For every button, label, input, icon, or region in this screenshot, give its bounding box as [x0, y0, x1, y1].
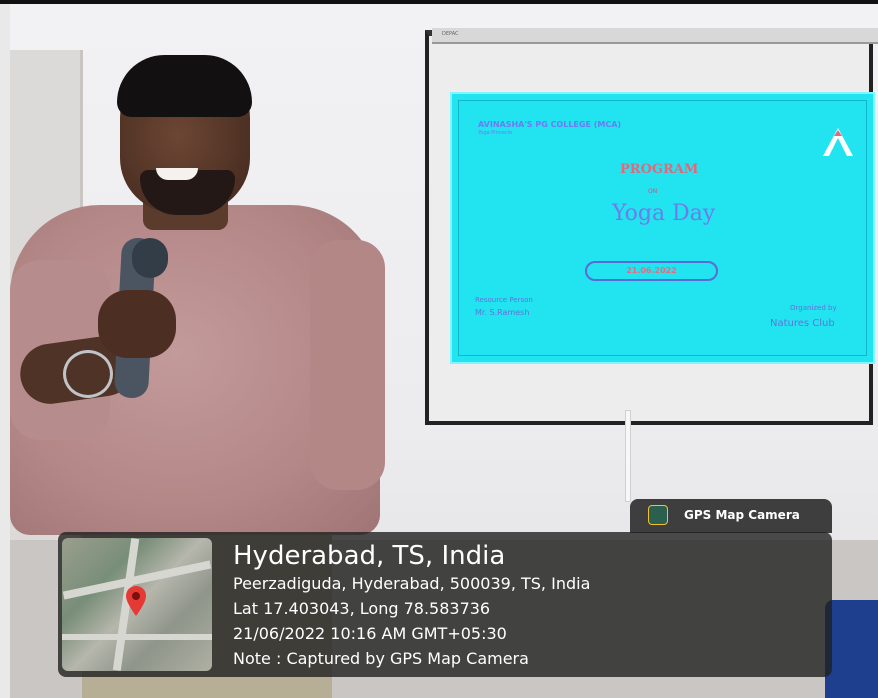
map-road	[62, 634, 212, 640]
speaker-smile	[156, 168, 198, 180]
slide-organized-name: Natures Club	[770, 318, 835, 329]
slide-on-text: ON	[648, 188, 658, 195]
chair	[825, 600, 878, 698]
screen-brand: DEPAC	[442, 31, 459, 37]
map-pin-icon	[126, 586, 146, 616]
microphone-head	[132, 238, 168, 278]
slide-date-badge: 21.06.2022	[585, 261, 718, 281]
slide-organized-label: Organized by	[790, 304, 837, 312]
photo: DEPAC AVINASHA'S PG COLLEGE (MCA) Yoga P…	[0, 0, 878, 698]
gps-stamp-tag-label: GPS Map Camera	[684, 508, 800, 522]
screen-top-bar	[432, 28, 878, 44]
slide-college-name: AVINASHA'S PG COLLEGE (MCA)	[478, 120, 622, 129]
location-address: Peerzadiguda, Hyderabad, 500039, TS, Ind…	[233, 574, 591, 593]
college-logo-icon	[823, 128, 853, 156]
gps-app-icon	[648, 505, 668, 525]
slide-title: Yoga Day	[612, 201, 716, 226]
location-coordinates: Lat 17.403043, Long 78.583736	[233, 599, 491, 618]
wall-conduit	[625, 410, 631, 502]
slide-college-sub: Yoga Pinnacle	[478, 130, 513, 136]
capture-note: Note : Captured by GPS Map Camera	[233, 649, 529, 668]
slide-resource-name: Mr. S.Ramesh	[475, 308, 530, 317]
capture-datetime: 21/06/2022 10:16 AM GMT+05:30	[233, 624, 507, 643]
speaker-hand	[98, 290, 176, 358]
speaker-hair	[117, 55, 252, 117]
location-title: Hyderabad, TS, India	[233, 541, 506, 571]
speaker-right-sleeve	[310, 240, 385, 490]
bracelet	[63, 350, 113, 398]
slide-resource-label: Resource Person	[475, 296, 533, 304]
